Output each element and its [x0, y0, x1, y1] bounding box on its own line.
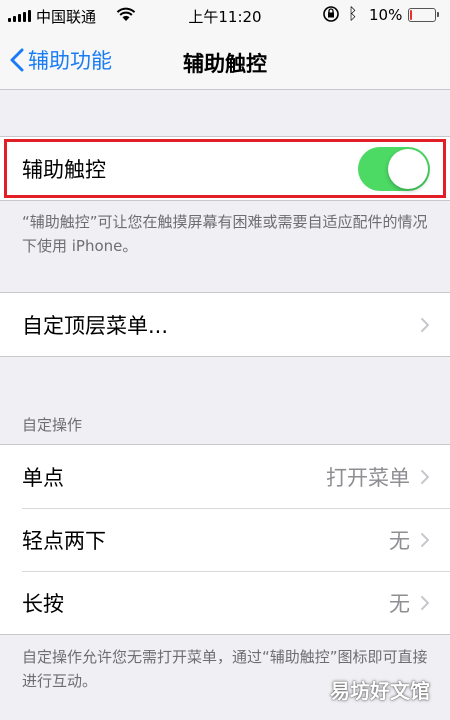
custom-action-value: 打开菜单 — [326, 465, 410, 490]
chevron-right-icon — [421, 595, 429, 610]
custom-action-label: 长按 — [22, 591, 64, 616]
top-menu-label: 自定顶层菜单... — [22, 313, 169, 338]
assistive-touch-toggle[interactable] — [358, 146, 430, 191]
assistive-touch-description: “辅助触控”可让您在触摸屏幕有困难或需要自适应配件的情况下使用 iPhone。 — [22, 213, 428, 255]
rotation-lock-icon — [323, 6, 339, 22]
top-menu-row[interactable]: 自定顶层菜单... — [0, 293, 450, 356]
custom-action-label: 单点 — [22, 465, 64, 490]
battery-icon — [408, 8, 439, 22]
page-title: 辅助触控 — [183, 52, 267, 76]
nav-bar: 辅助功能 辅助触控 — [0, 30, 450, 90]
top-menu-group: 自定顶层菜单... — [0, 292, 450, 357]
chevron-right-icon — [421, 317, 429, 332]
battery-percent: 10% — [369, 6, 403, 24]
battery-fill — [410, 10, 412, 20]
assistive-touch-row: 辅助触控 — [0, 137, 450, 200]
chevron-right-icon — [421, 532, 429, 547]
watermark: 易坊好文馆 — [330, 679, 430, 703]
custom-action-value: 无 — [389, 528, 410, 553]
toggle-knob — [388, 148, 428, 189]
assistive-touch-group: 辅助触控 — [0, 136, 450, 201]
chevron-right-icon — [421, 469, 429, 484]
status-bar: 中国联通 上午11:20 ᛒ 10% — [0, 0, 450, 30]
custom-action-row-long-press[interactable]: 长按 无 — [0, 571, 450, 634]
custom-action-label: 轻点两下 — [22, 528, 106, 553]
custom-actions-group: 单点 打开菜单 轻点两下 无 长按 无 — [0, 444, 450, 635]
custom-action-row-double-tap[interactable]: 轻点两下 无 — [0, 508, 450, 571]
bluetooth-icon: ᛒ — [348, 4, 358, 23]
custom-actions-header: 自定操作 — [22, 416, 83, 434]
custom-action-value: 无 — [389, 591, 410, 616]
assistive-touch-label: 辅助触控 — [22, 157, 106, 182]
custom-action-row-single-tap[interactable]: 单点 打开菜单 — [0, 445, 450, 508]
